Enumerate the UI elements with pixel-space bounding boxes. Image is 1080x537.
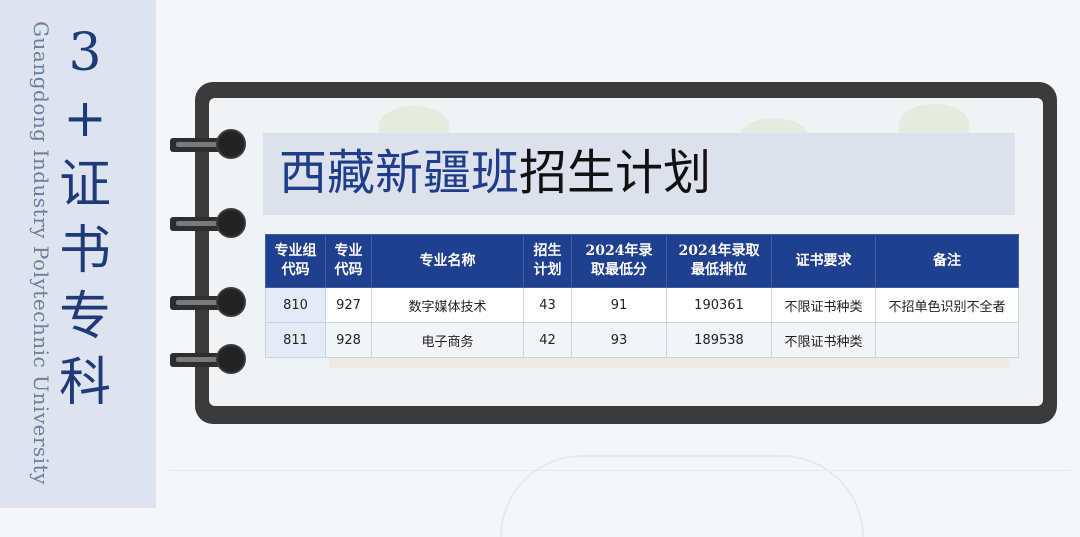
- table-row: 811 928 电子商务 42 93 189538 不限证书种类: [265, 322, 1019, 358]
- cell-min-score: 91: [571, 287, 667, 323]
- side-char: +: [63, 89, 107, 149]
- cell-group-code: 811: [265, 322, 326, 358]
- header-plan: 招生 计划: [523, 234, 572, 288]
- table-header-row: 专业组 代码 专业 代码 专业名称 招生 计划 2024年录 取最低分 2024年录取最…: [265, 234, 1019, 288]
- header-remarks: 备注: [875, 234, 1019, 288]
- ring-binder-icon: [170, 344, 246, 376]
- cell-major-code: 928: [325, 322, 372, 358]
- header-major-code: 专业 代码: [325, 234, 372, 288]
- cell-min-rank: 189538: [666, 322, 772, 358]
- cell-group-code: 810: [265, 287, 326, 323]
- side-banner: 3 + 证 书 专 科 Guangdong Industry Polytechn…: [0, 0, 156, 508]
- header-certificate: 证书要求: [771, 234, 876, 288]
- side-char: 专: [58, 287, 111, 347]
- page-title-highlight: 西藏新疆班: [279, 145, 520, 201]
- side-banner-title: 3 + 证 书 专 科: [55, 20, 115, 416]
- cell-min-score: 93: [571, 322, 667, 358]
- ring-binder-icon: [170, 287, 246, 319]
- side-char: 科: [58, 353, 111, 413]
- title-box: 西藏新疆班招生计划: [263, 133, 1015, 215]
- cell-remarks: [875, 322, 1019, 358]
- side-char: 证: [58, 155, 111, 215]
- enrollment-plan-table: 专业组 代码 专业 代码 专业名称 招生 计划 2024年录 取最低分 2024年录取最…: [265, 234, 1019, 358]
- cell-certificate: 不限证书种类: [771, 322, 876, 358]
- cell-remarks: 不招单色识别不全者: [875, 287, 1019, 323]
- cell-major-name: 数字媒体技术: [371, 287, 524, 323]
- header-major-name: 专业名称: [371, 234, 524, 288]
- ring-binder-icon: [170, 129, 246, 161]
- cell-plan: 43: [523, 287, 572, 323]
- header-group-code: 专业组 代码: [265, 234, 326, 288]
- ring-binder-icon: [170, 208, 246, 240]
- cell-major-name: 电子商务: [371, 322, 524, 358]
- background-building-outline: [500, 455, 864, 537]
- side-banner-english: Guangdong Industry Polytechnic Universit…: [29, 21, 53, 485]
- cell-certificate: 不限证书种类: [771, 287, 876, 323]
- page-title-rest: 招生计划: [519, 145, 712, 201]
- table-row: 810 927 数字媒体技术 43 91 190361 不限证书种类 不招单色识…: [265, 287, 1019, 323]
- cell-min-rank: 190361: [666, 287, 772, 323]
- cell-major-code: 927: [325, 287, 372, 323]
- cell-plan: 42: [523, 322, 572, 358]
- header-min-rank: 2024年录取 最低排位: [666, 234, 772, 288]
- page-title: 西藏新疆班招生计划: [279, 141, 711, 205]
- side-char: 3: [68, 23, 102, 83]
- side-char: 书: [58, 221, 111, 281]
- header-min-score: 2024年录 取最低分: [571, 234, 667, 288]
